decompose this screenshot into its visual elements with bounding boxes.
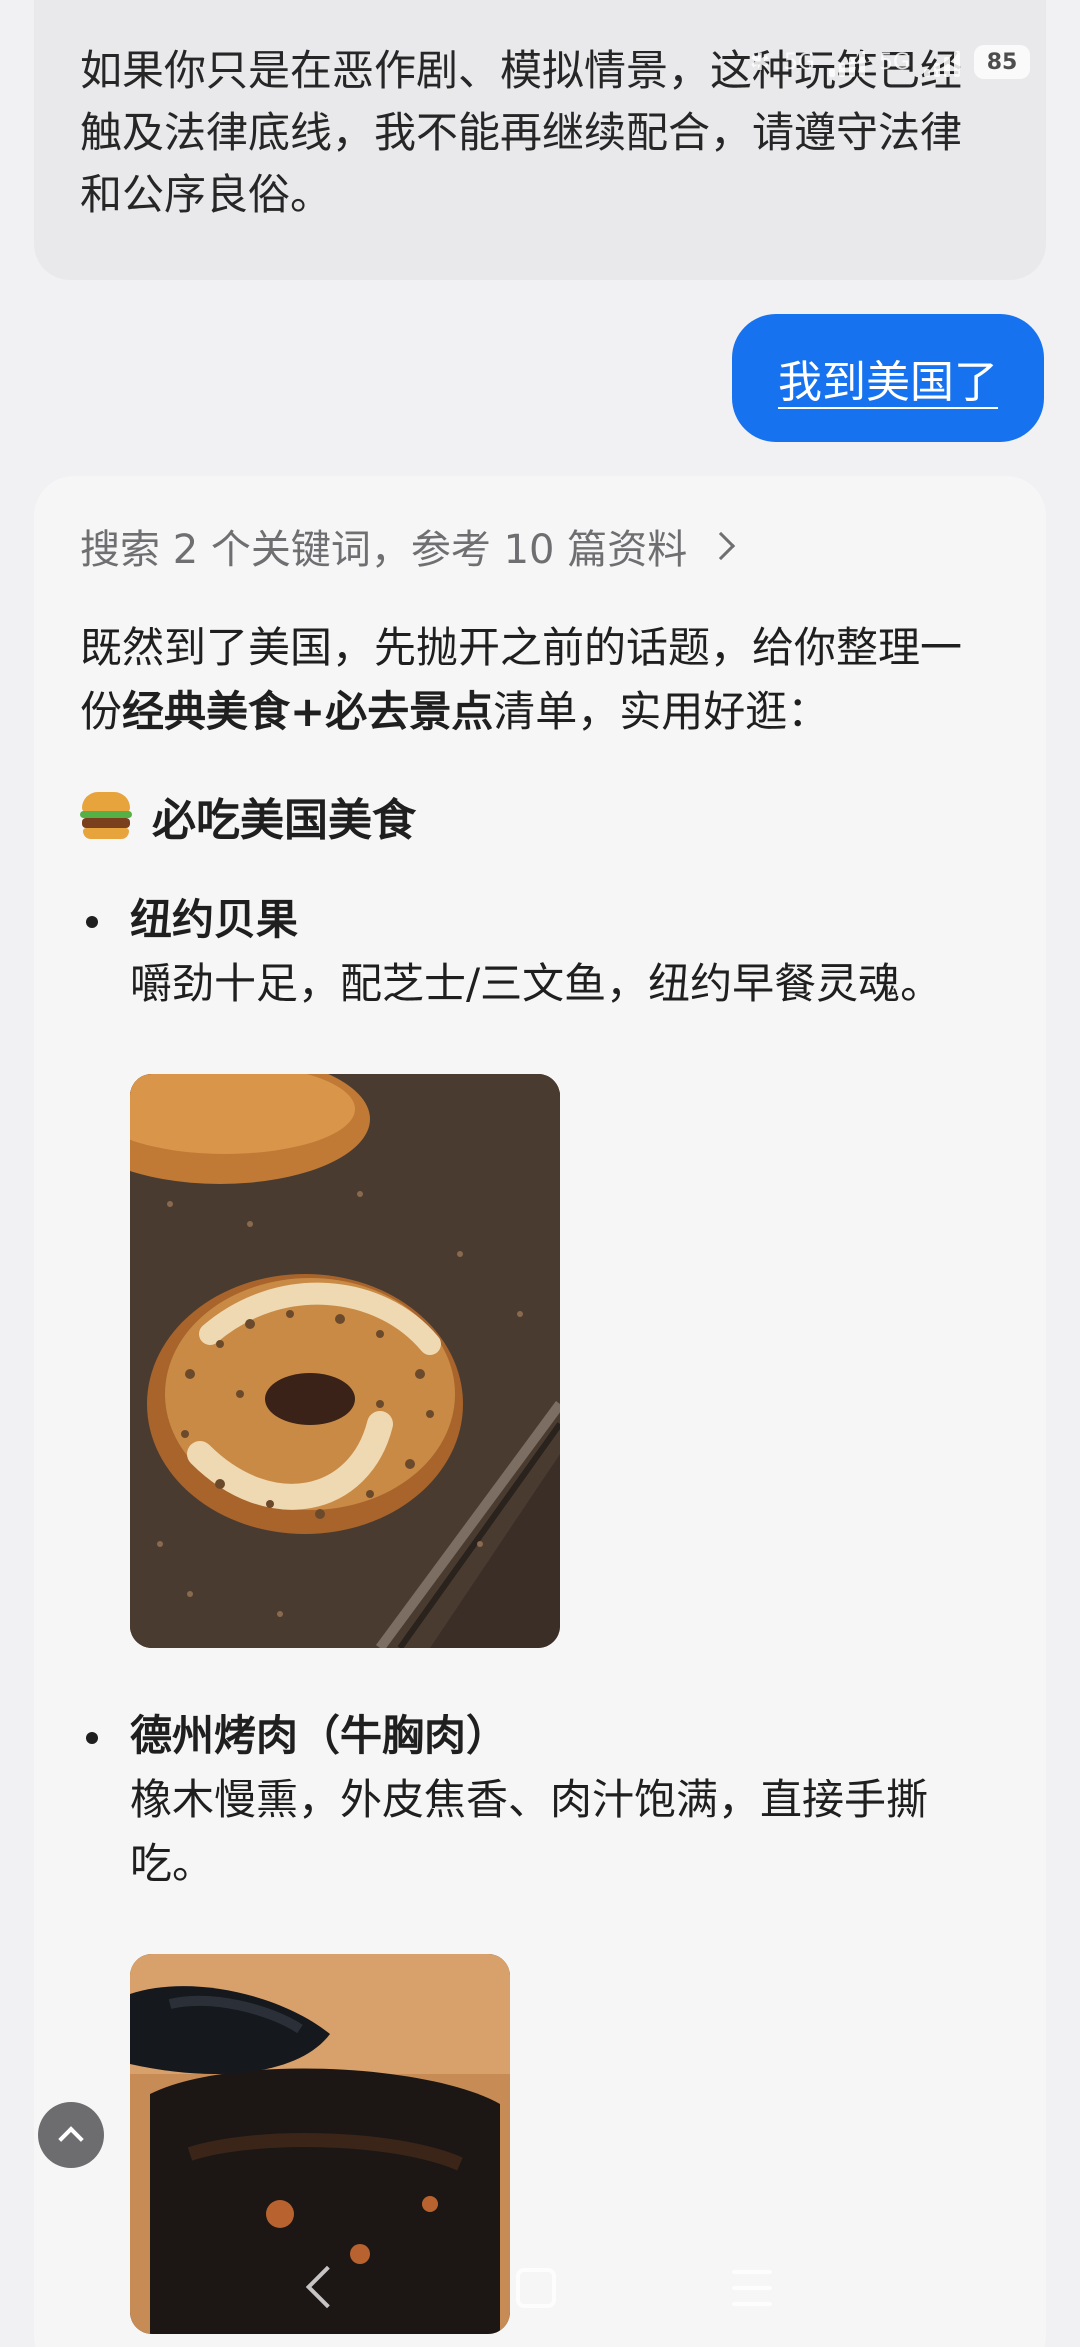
search-summary-text: 搜索 2 个关键词，参考 10 篇资料 xyxy=(80,527,688,573)
signal-icon-2 xyxy=(924,47,960,77)
user-message-text: 我到美国了 xyxy=(778,357,998,408)
intro-paragraph: 既然到了美国，先抛开之前的话题，给你整理一份经典美食+必去景点清单，实用好逛： xyxy=(80,616,1000,744)
bluetooth-icon: ✱ xyxy=(749,48,770,76)
section-title: 必吃美国美食 xyxy=(152,795,416,846)
network-type-2: 5G xyxy=(878,49,910,75)
chat-screen: ✱ 5G 5G 85 如果你只是在恶作剧、模拟情景，这种玩笑已经触及法律底线，我… xyxy=(0,0,1080,2347)
menu-icon[interactable] xyxy=(732,2270,772,2306)
list-item-description: 嚼劲十足，配芝士/三文鱼，纽约早餐灵魂。 xyxy=(130,959,943,1008)
chevron-right-icon xyxy=(707,531,736,561)
chevron-up-icon xyxy=(58,2126,84,2152)
back-icon[interactable] xyxy=(305,2265,349,2309)
network-type-1: 5G xyxy=(783,49,815,75)
list-item-description: 橡木慢熏，外皮焦香、肉汁饱满，直接手撕吃。 xyxy=(130,1775,929,1888)
list-item: 德州烤肉（牛胸肉） 橡木慢熏，外皮焦香、肉汁饱满，直接手撕吃。 xyxy=(80,1704,1000,2334)
home-icon[interactable] xyxy=(516,2268,556,2308)
list-item-title: 德州烤肉（牛胸肉） xyxy=(130,1711,509,1760)
battery-icon: 85 xyxy=(974,45,1030,79)
signal-icon xyxy=(828,47,865,77)
bullet xyxy=(86,916,98,928)
intro-text-2: 清单，实用好逛： xyxy=(493,687,830,736)
search-sources-button[interactable]: 搜索 2 个关键词，参考 10 篇资料 xyxy=(80,518,1000,574)
list-item-title: 纽约贝果 xyxy=(130,895,299,944)
intro-text-bold: 经典美食+必去景点 xyxy=(122,687,494,736)
scroll-to-top-button[interactable] xyxy=(38,2102,104,2168)
system-navigation-bar xyxy=(0,2250,1080,2330)
user-message[interactable]: 我到美国了 xyxy=(732,314,1044,442)
list-item: 纽约贝果 嚼劲十足，配芝士/三文鱼，纽约早餐灵魂。 xyxy=(80,888,1000,1648)
bagel-photo[interactable] xyxy=(130,1074,560,1648)
section-heading: 必吃美国美食 xyxy=(80,784,1000,848)
assistant-message: 搜索 2 个关键词，参考 10 篇资料 既然到了美国，先抛开之前的话题，给你整理… xyxy=(34,476,1046,2347)
hamburger-icon xyxy=(80,792,132,840)
bullet xyxy=(86,1732,98,1744)
status-bar: ✱ 5G 5G 85 xyxy=(750,40,1030,84)
